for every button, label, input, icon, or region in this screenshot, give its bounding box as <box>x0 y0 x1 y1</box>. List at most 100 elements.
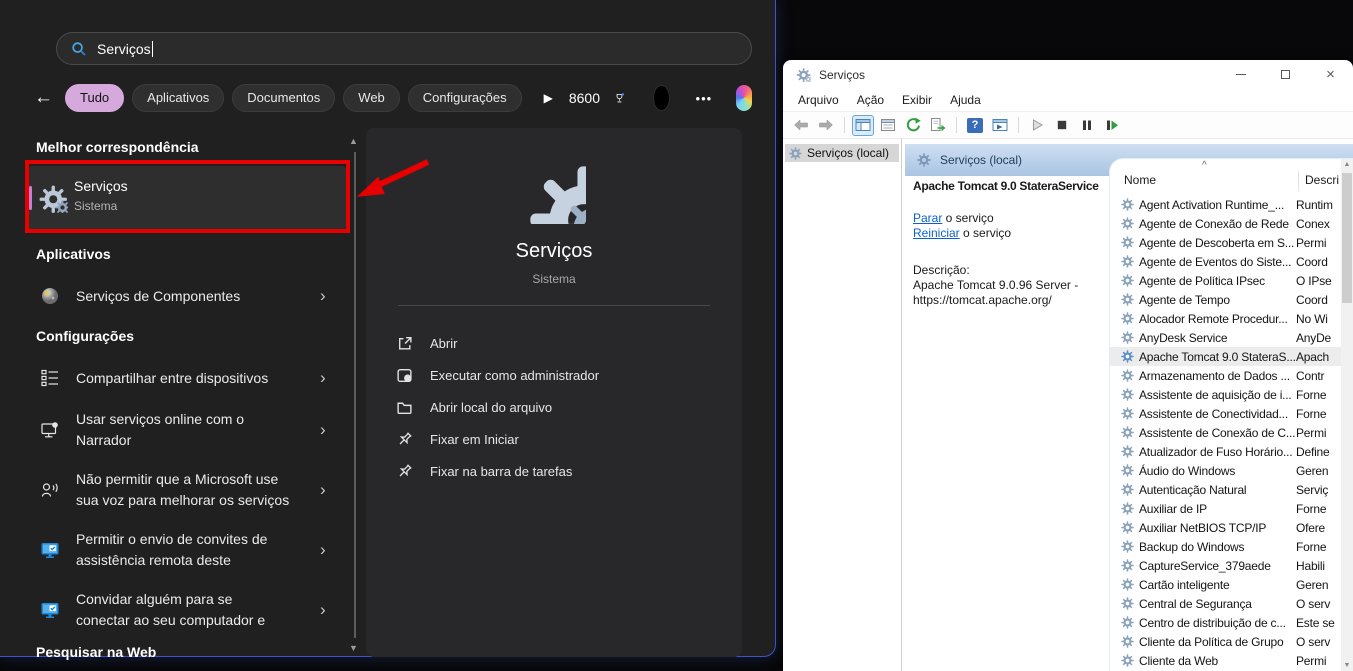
voice-icon <box>41 483 58 497</box>
service-row[interactable]: Agente de Eventos do Siste... Coord <box>1110 252 1341 271</box>
pause-service-icon[interactable] <box>1076 115 1098 136</box>
more-options-icon[interactable]: ••• <box>696 91 713 106</box>
service-row[interactable]: Cartão inteligente Geren <box>1110 575 1341 594</box>
service-name-cell: Backup do Windows <box>1139 539 1245 554</box>
service-row[interactable]: Agente de Política IPsec O IPse <box>1110 271 1341 290</box>
scroll-up-icon[interactable]: ▲ <box>1341 161 1353 168</box>
service-gear-icon <box>1121 198 1134 211</box>
service-row[interactable]: Centro de distribuição de c... Este se <box>1110 613 1341 632</box>
properties-icon[interactable] <box>877 115 899 136</box>
service-row[interactable]: Central de Segurança O serv <box>1110 594 1341 613</box>
results-scrollbar[interactable] <box>354 152 356 638</box>
setting-share-across-devices[interactable]: Compartilhar entre dispositivos › <box>28 360 346 396</box>
chevron-right-icon[interactable]: › <box>320 368 326 388</box>
service-row[interactable]: Autenticação Natural Serviç <box>1110 480 1341 499</box>
service-row[interactable]: Agente de Descoberta em S... Permi <box>1110 233 1341 252</box>
setting-line2: sua voz para melhorar os serviços <box>76 492 290 508</box>
service-row[interactable]: Auxiliar NetBIOS TCP/IP Ofere <box>1110 518 1341 537</box>
maximize-button[interactable] <box>1263 60 1308 89</box>
sort-ascending-icon[interactable]: ^ <box>1202 160 1207 171</box>
action-fixar-na-barra-de-tarefas[interactable]: Fixar na barra de tarefas <box>366 455 742 487</box>
tree-item-servicos-local[interactable]: Serviços (local) <box>785 144 899 162</box>
search-query[interactable]: Serviços <box>97 41 151 57</box>
stop-service-link[interactable]: Parar <box>913 211 942 225</box>
service-row[interactable]: Armazenamento de Dados ... Contr <box>1110 366 1341 385</box>
tab-configuracoes[interactable]: Configurações <box>407 84 522 112</box>
back-icon[interactable] <box>790 115 812 136</box>
action-executar-como-administrador[interactable]: Executar como administrador <box>366 359 742 391</box>
chevron-right-icon[interactable]: › <box>320 480 326 500</box>
service-row[interactable]: Backup do Windows Forne <box>1110 537 1341 556</box>
close-button[interactable]: × <box>1308 60 1353 89</box>
minimize-button[interactable] <box>1218 60 1263 89</box>
chevron-right-icon[interactable]: › <box>320 286 326 306</box>
service-row[interactable]: CaptureService_379aede Habili <box>1110 556 1341 575</box>
chevron-right-icon[interactable]: › <box>320 420 326 440</box>
column-header-descricao[interactable]: Descri <box>1305 173 1341 187</box>
show-console-tree-icon[interactable] <box>852 114 874 136</box>
column-header-nome[interactable]: Nome <box>1124 173 1156 187</box>
help-icon[interactable]: ? <box>964 115 986 136</box>
service-row[interactable]: Agent Activation Runtime_... Runtim <box>1110 195 1341 214</box>
service-desc-cell: Permi <box>1296 425 1327 440</box>
extended-view-title: Serviços (local) <box>940 153 1023 167</box>
setting-remote-invites[interactable]: Permitir o envio de convites de assistênc… <box>28 524 346 576</box>
tab-aplicativos[interactable]: Aplicativos <box>132 84 225 112</box>
service-row[interactable]: Alocador Remote Procedur... No Wi <box>1110 309 1341 328</box>
setting-voice-privacy[interactable]: Não permitir que a Microsoft use sua voz … <box>28 464 346 516</box>
action-fixar-em-iniciar[interactable]: Fixar em Iniciar <box>366 423 742 455</box>
service-row[interactable]: Cliente da Web Permi <box>1110 651 1341 670</box>
tab-tudo[interactable]: Tudo <box>65 84 125 112</box>
user-avatar[interactable] <box>652 85 670 111</box>
copilot-icon[interactable] <box>736 85 752 111</box>
forward-icon[interactable] <box>815 115 837 136</box>
menu-acao[interactable]: Ação <box>848 93 893 107</box>
column-divider[interactable] <box>1298 171 1299 191</box>
search-input[interactable]: Serviços <box>56 32 752 65</box>
scrollbar-thumb[interactable] <box>1342 173 1352 303</box>
chevron-right-icon[interactable]: › <box>320 540 326 560</box>
result-servicos-de-componentes[interactable]: Serviços de Componentes › <box>28 277 346 315</box>
service-row[interactable]: Assistente de Conectividad... Forne <box>1110 404 1341 423</box>
restart-service-link[interactable]: Reiniciar <box>913 226 960 240</box>
setting-invite-connect[interactable]: Convidar alguém para se conectar ao seu c… <box>28 584 346 636</box>
service-row[interactable]: Assistente de Conexão de C... Permi <box>1110 423 1341 442</box>
scroll-down-icon[interactable]: ▼ <box>349 643 358 653</box>
menu-ajuda[interactable]: Ajuda <box>941 93 990 107</box>
scroll-up-icon[interactable]: ▲ <box>349 136 358 146</box>
setting-narrator-online[interactable]: Usar serviços online com o Narrador › <box>28 404 346 456</box>
setting-line1: Usar serviços online com o <box>76 411 245 427</box>
refresh-icon[interactable] <box>902 115 924 136</box>
service-name-cell: Cartão inteligente <box>1139 577 1230 592</box>
service-row[interactable]: Agente de Tempo Coord <box>1110 290 1341 309</box>
start-service-icon[interactable] <box>1026 115 1048 136</box>
list-scrollbar[interactable]: ▲ ▼ <box>1341 159 1353 671</box>
menu-arquivo[interactable]: Arquivo <box>789 93 848 107</box>
service-row[interactable]: Agente de Conexão de Rede Conex <box>1110 214 1341 233</box>
back-icon[interactable]: ← <box>34 84 53 112</box>
more-tabs-icon[interactable]: ▶ <box>544 91 553 105</box>
rewards-trophy-icon[interactable] <box>614 89 625 107</box>
service-row[interactable]: Atualizador de Fuso Horário... Define <box>1110 442 1341 461</box>
service-row[interactable]: Auxiliar de IP Forne <box>1110 499 1341 518</box>
menu-exibir[interactable]: Exibir <box>893 93 941 107</box>
service-row[interactable]: Cliente da Política de Grupo O serv <box>1110 632 1341 651</box>
restart-service-icon[interactable] <box>1101 115 1123 136</box>
services-window: Serviços × Arquivo Ação Exibir Ajuda ? S… <box>783 60 1353 671</box>
service-row[interactable]: AnyDesk Service AnyDe <box>1110 328 1341 347</box>
service-row[interactable]: Áudio do Windows Geren <box>1110 461 1341 480</box>
export-list-icon[interactable] <box>927 115 949 136</box>
show-action-pane-icon[interactable] <box>989 115 1011 136</box>
scroll-down-icon[interactable]: ▼ <box>1341 662 1353 669</box>
chevron-right-icon[interactable]: › <box>320 600 326 620</box>
service-desc-cell: Ofere <box>1296 520 1326 535</box>
tab-web[interactable]: Web <box>343 84 400 112</box>
open-file-location-icon <box>397 402 412 414</box>
action-abrir[interactable]: Abrir <box>366 327 742 359</box>
toolbar-separator <box>844 117 845 133</box>
service-row[interactable]: Assistente de aquisição de i... Forne <box>1110 385 1341 404</box>
service-row[interactable]: Apache Tomcat 9.0 StateraS... Apach <box>1110 347 1341 366</box>
stop-service-icon[interactable] <box>1051 115 1073 136</box>
action-abrir-local-do-arquivo[interactable]: Abrir local do arquivo <box>366 391 742 423</box>
tab-documentos[interactable]: Documentos <box>232 84 336 112</box>
